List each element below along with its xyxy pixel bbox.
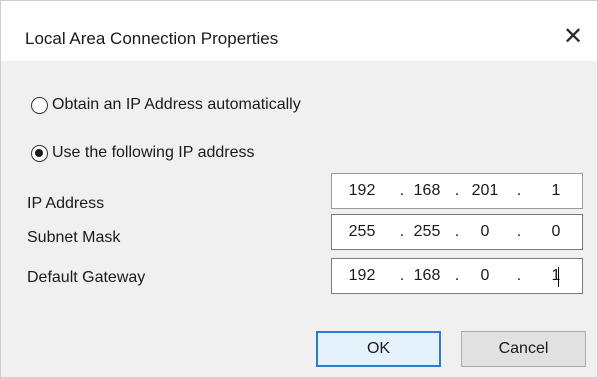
gateway-octet-3: 0 [480,267,490,284]
mask-octet-3: 0 [480,223,490,240]
octet-separator: . [454,223,460,240]
octet-separator: . [399,182,405,199]
radio-label-automatic: Obtain an IP Address automatically [52,96,301,113]
mask-octet-4: 0 [551,223,561,240]
gateway-octet-4: 1 [551,267,561,284]
radio-obtain-automatically[interactable]: Obtain an IP Address automatically [31,93,301,117]
ip-octet-3: 201 [471,182,499,199]
radio-use-following[interactable]: Use the following IP address [31,141,254,165]
mask-octet-1: 255 [348,223,376,240]
mask-octet-2: 255 [413,223,441,240]
radio-button-checked[interactable] [31,144,48,162]
title-bar: Local Area Connection Properties ✕ [1,1,597,61]
subnet-mask-input[interactable]: 255 . 255 . 0 . 0 [331,214,583,250]
ip-octet-1: 192 [348,182,376,199]
radio-label-manual: Use the following IP address [52,144,255,161]
subnet-mask-label: Subnet Mask [27,229,121,246]
close-icon[interactable]: ✕ [559,23,587,51]
radio-button-unchecked[interactable] [31,96,48,114]
gateway-octet-2: 168 [413,267,441,284]
gateway-octet-1: 192 [348,267,376,284]
properties-dialog: Local Area Connection Properties ✕ Obtai… [0,0,598,378]
cancel-button[interactable]: Cancel [461,331,586,367]
ip-octet-2: 168 [413,182,441,199]
text-cursor [558,267,559,287]
octet-separator: . [399,223,405,240]
ip-octet-4: 1 [551,182,561,199]
octet-separator: . [454,182,460,199]
octet-separator: . [516,267,522,284]
ip-address-input[interactable]: 192 . 168 . 201 . 1 [331,173,583,209]
octet-separator: . [454,267,460,284]
octet-separator: . [516,182,522,199]
default-gateway-label: Default Gateway [27,269,146,286]
ok-button[interactable]: OK [316,331,441,367]
octet-separator: . [516,223,522,240]
default-gateway-input[interactable]: 192 . 168 . 0 . 1 [331,258,583,294]
ip-address-label: IP Address [27,195,105,212]
octet-separator: . [399,267,405,284]
dialog-title: Local Area Connection Properties [25,29,279,48]
